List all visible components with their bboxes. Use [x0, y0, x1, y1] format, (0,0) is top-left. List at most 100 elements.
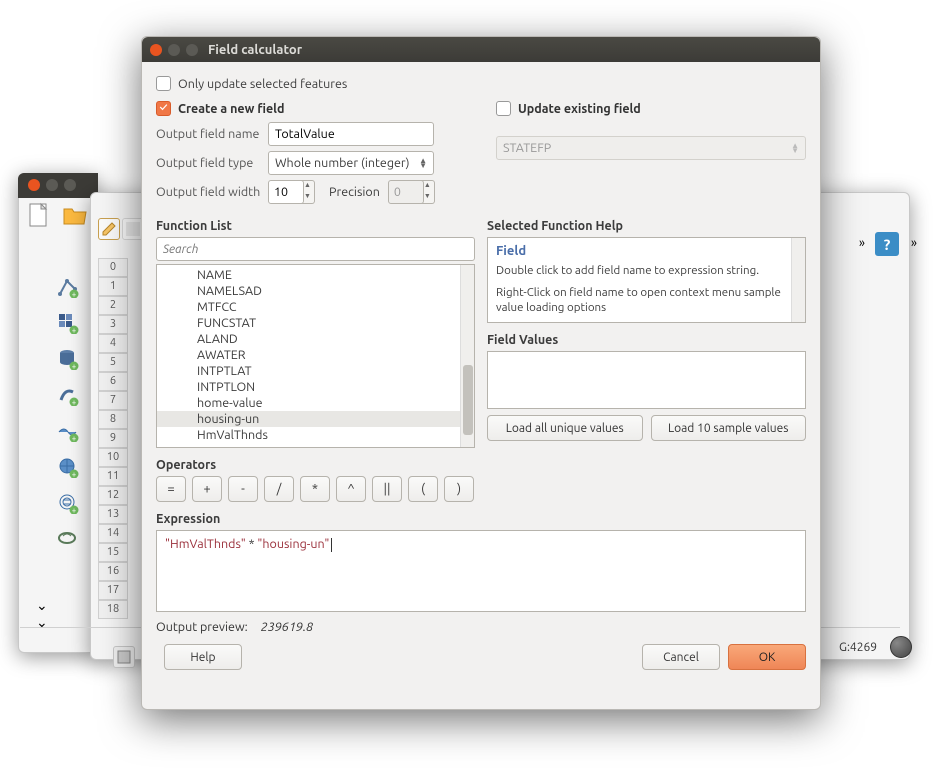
operator-button[interactable]: =: [156, 476, 186, 502]
dialog-title: Field calculator: [208, 43, 302, 57]
operator-button[interactable]: *: [300, 476, 330, 502]
collapse-chevron-icon[interactable]: ⌄⌄: [36, 597, 48, 631]
function-list-label: Function List: [156, 219, 475, 233]
table-row-header[interactable]: 8: [98, 410, 128, 429]
edit-pencil-icon[interactable]: [98, 218, 120, 240]
help-title: Field: [496, 244, 797, 258]
close-icon[interactable]: [150, 44, 162, 56]
wfs-icon[interactable]: +: [56, 491, 80, 515]
scrollbar[interactable]: [460, 265, 474, 447]
table-row-header[interactable]: 10: [98, 448, 128, 467]
list-item[interactable]: MTFCC: [157, 299, 474, 315]
update-field-value: STATEFP: [503, 141, 551, 155]
output-type-select[interactable]: Whole number (integer) ▲▼: [268, 151, 434, 175]
table-row-header[interactable]: 17: [98, 581, 128, 600]
list-item[interactable]: home-value: [157, 395, 474, 411]
open-folder-icon[interactable]: [62, 202, 88, 228]
spatialite-icon[interactable]: +: [56, 383, 80, 407]
table-row-header[interactable]: 12: [98, 486, 128, 505]
help-text-2: Right-Click on field name to open contex…: [496, 285, 797, 316]
create-field-checkbox[interactable]: [156, 101, 171, 116]
help-scrollbar[interactable]: [791, 238, 805, 322]
output-width-input[interactable]: [268, 180, 304, 204]
dialog-titlebar[interactable]: Field calculator: [142, 37, 820, 62]
list-item[interactable]: INTPTLAT: [157, 363, 474, 379]
load-sample-button[interactable]: Load 10 sample values: [651, 415, 807, 441]
list-item[interactable]: ALAND: [157, 331, 474, 347]
table-row-header[interactable]: 2: [98, 296, 128, 315]
table-row-header[interactable]: 13: [98, 505, 128, 524]
bg-traffic-1: [28, 179, 76, 191]
expression-label: Expression: [156, 512, 806, 526]
maximize-icon[interactable]: [186, 44, 198, 56]
table-row-header[interactable]: 3: [98, 315, 128, 334]
new-file-icon[interactable]: [26, 202, 52, 228]
list-item[interactable]: FUNCSTAT: [157, 315, 474, 331]
precision-input: [388, 180, 424, 204]
wcs-icon[interactable]: +: [56, 455, 80, 479]
list-item[interactable]: housing-un: [157, 411, 474, 427]
raster-icon[interactable]: +: [56, 311, 80, 335]
table-row-header[interactable]: 0: [98, 258, 128, 277]
table-row-header[interactable]: 15: [98, 543, 128, 562]
field-calculator-dialog: Field calculator Only update selected fe…: [141, 36, 821, 710]
precision-label: Precision: [329, 185, 380, 199]
table-row-header[interactable]: 9: [98, 429, 128, 448]
cancel-button[interactable]: Cancel: [642, 644, 720, 670]
operator-button[interactable]: +: [192, 476, 222, 502]
list-item[interactable]: HmValThnds: [157, 427, 474, 443]
svg-text:+: +: [72, 434, 77, 442]
table-row-header[interactable]: 18: [98, 600, 128, 619]
database-icon[interactable]: +: [56, 347, 80, 371]
bg-toolbar-1: [26, 202, 88, 228]
globe-icon[interactable]: [890, 636, 912, 658]
function-search-input[interactable]: [156, 237, 475, 261]
table-row-header[interactable]: 1: [98, 277, 128, 296]
help-section-label: Selected Function Help: [487, 219, 806, 233]
svg-text:+: +: [72, 470, 77, 478]
table-row-header[interactable]: 7: [98, 391, 128, 410]
minimize-icon[interactable]: [168, 44, 180, 56]
table-row-header[interactable]: 5: [98, 353, 128, 372]
preview-label: Output preview:: [156, 620, 248, 634]
list-item[interactable]: INTPTLON: [157, 379, 474, 395]
table-row-header[interactable]: 4: [98, 334, 128, 353]
table-row-header[interactable]: 11: [98, 467, 128, 486]
output-name-input[interactable]: [268, 122, 434, 146]
list-item[interactable]: AWATER: [157, 347, 474, 363]
expression-input[interactable]: "HmValThnds" * "housing-un": [156, 530, 806, 612]
create-field-label: Create a new field: [178, 102, 284, 116]
list-item[interactable]: NAME: [157, 267, 474, 283]
operator-button[interactable]: ): [444, 476, 474, 502]
help-button[interactable]: Help: [164, 644, 242, 670]
operator-button[interactable]: ^: [336, 476, 366, 502]
table-row-header[interactable]: 6: [98, 372, 128, 391]
svg-text:+: +: [72, 290, 77, 298]
operator-button[interactable]: (: [408, 476, 438, 502]
update-field-select: STATEFP ▲▼: [496, 136, 806, 160]
list-item[interactable]: NAMELSAD: [157, 283, 474, 299]
bg-chevron-1[interactable]: »: [859, 236, 865, 250]
svg-text:+: +: [72, 506, 77, 514]
function-list[interactable]: NAMENAMELSADMTFCCFUNCSTATALANDAWATERINTP…: [156, 264, 475, 448]
bg-chevron-2[interactable]: »: [911, 236, 917, 250]
operator-button[interactable]: ||: [372, 476, 402, 502]
oracle-icon[interactable]: [56, 527, 80, 551]
update-field-checkbox[interactable]: [496, 101, 511, 116]
operator-button[interactable]: /: [264, 476, 294, 502]
output-width-label: Output field width: [156, 185, 268, 199]
help-icon[interactable]: ?: [875, 232, 899, 256]
vector-icon[interactable]: +: [56, 275, 80, 299]
output-type-label: Output field type: [156, 156, 268, 170]
svg-text:+: +: [72, 326, 77, 334]
operator-button[interactable]: -: [228, 476, 258, 502]
crs-status: G:4269: [839, 641, 877, 654]
wms-icon[interactable]: +: [56, 419, 80, 443]
bg-left-toolbar: + + + + + + +: [56, 275, 80, 551]
ok-button[interactable]: OK: [728, 644, 806, 670]
only-update-checkbox[interactable]: [156, 76, 171, 91]
table-row-header[interactable]: 16: [98, 562, 128, 581]
table-row-header[interactable]: 14: [98, 524, 128, 543]
load-unique-button[interactable]: Load all unique values: [487, 415, 643, 441]
bg-bottom-icon[interactable]: [113, 646, 135, 668]
